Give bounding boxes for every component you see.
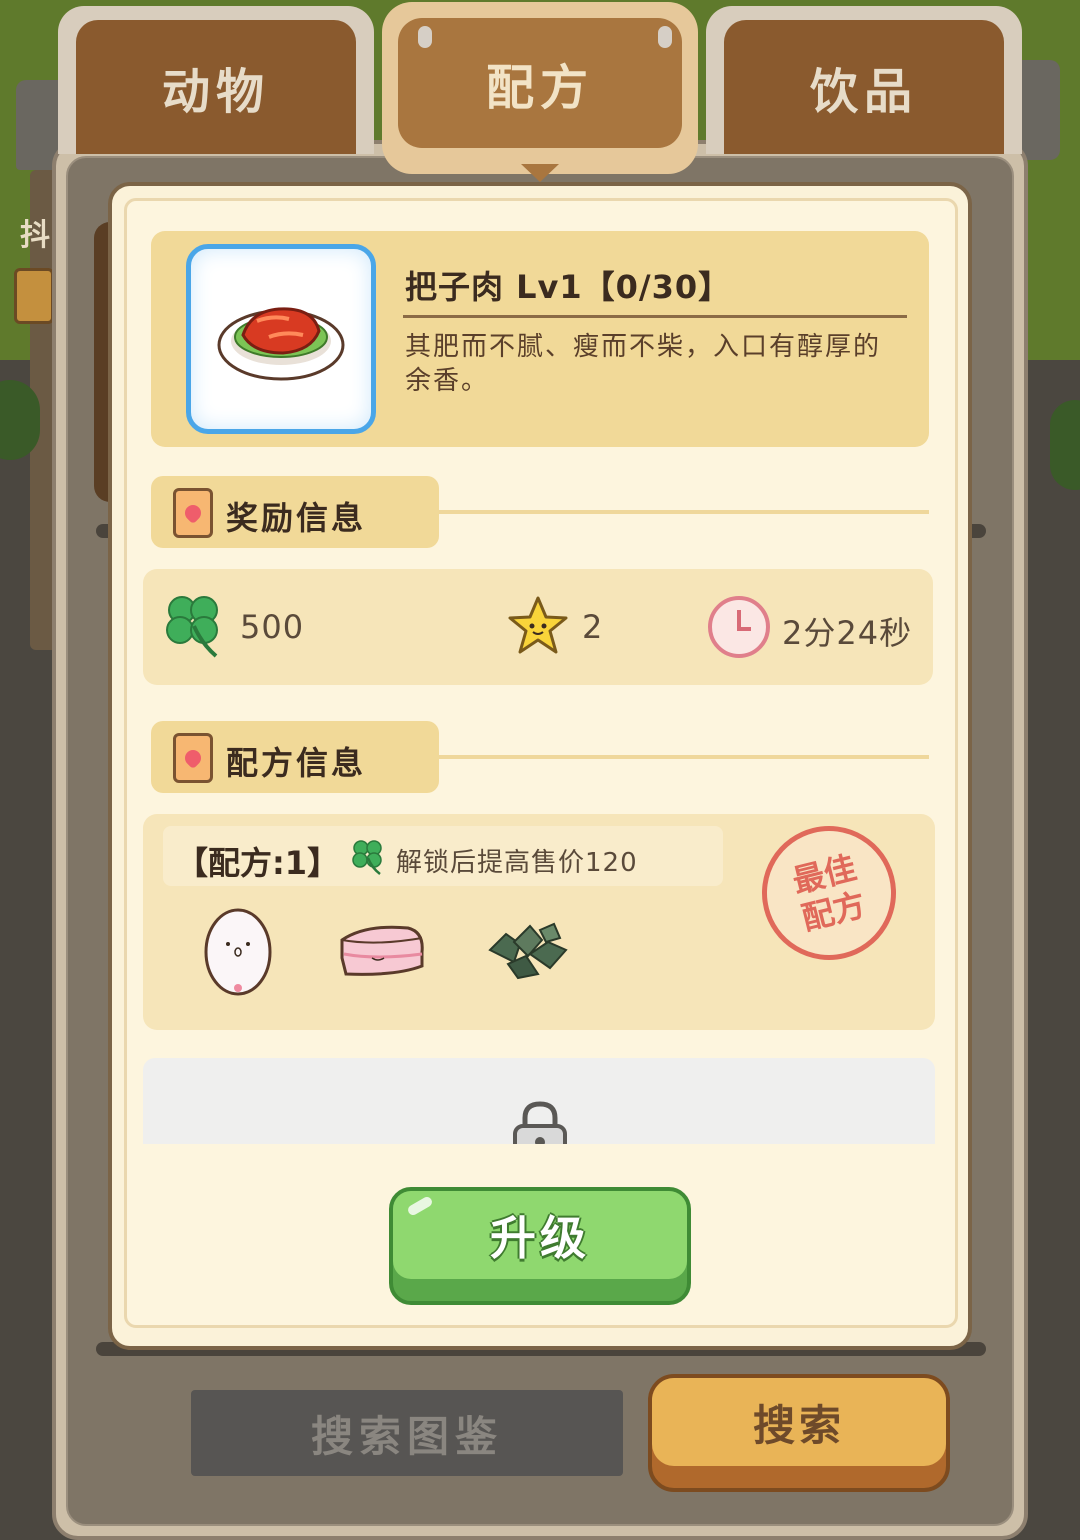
locked-recipe-panel [143, 1058, 935, 1144]
clover-icon [352, 840, 382, 875]
section-divider [439, 510, 929, 514]
recipe-card-icon [173, 488, 213, 538]
tab-highlight [658, 26, 672, 48]
tab-highlight [418, 26, 432, 48]
egg-icon [204, 908, 272, 996]
dish-title-divider [403, 315, 907, 318]
background-bush-left [0, 380, 40, 460]
section-recipe-title: 配方信息 [226, 744, 367, 782]
recipe-number-label: 【配方:1】 [176, 844, 340, 882]
reward-star-value: 2 [582, 608, 604, 646]
search-button-label: 搜索 [652, 1378, 946, 1466]
recipe-unlock-bonus: 解锁后提高售价120 [396, 848, 638, 878]
tab-recipes[interactable]: 配方 [382, 2, 698, 174]
tab-animals-label: 动物 [76, 20, 356, 154]
clover-icon [166, 596, 218, 658]
search-catalog-button[interactable]: 搜索图鉴 [191, 1390, 623, 1476]
reward-clover-value: 500 [240, 608, 305, 646]
reward-time-value: 2分24秒 [782, 614, 913, 652]
dried-leaves-icon [488, 922, 568, 980]
background-bush-right [1050, 400, 1080, 490]
dish-title: 把子肉 Lv1【0/30】 [405, 268, 732, 306]
clock-icon [708, 596, 770, 658]
recipe-card-icon [173, 733, 213, 783]
tab-recipes-label: 配方 [398, 18, 682, 148]
star-icon [508, 596, 568, 654]
search-button[interactable]: 搜索 [648, 1374, 950, 1492]
braised-pork-plate-icon [217, 307, 345, 381]
dish-description: 其肥而不腻、瘦而不柴，入口有醇厚的余香。 [405, 332, 882, 396]
pork-belly-icon [340, 925, 424, 976]
background-sign-text: 抖 [20, 218, 50, 253]
tab-active-arrow-icon [521, 164, 559, 182]
upgrade-button[interactable]: 升级 [389, 1187, 691, 1305]
section-reward-title: 奖励信息 [226, 499, 367, 537]
tab-drinks[interactable]: 饮品 [706, 6, 1022, 154]
background-sign [14, 268, 54, 324]
lock-icon [513, 1101, 567, 1144]
tab-drinks-label: 饮品 [724, 20, 1004, 154]
upgrade-button-label: 升级 [393, 1191, 687, 1279]
tab-animals[interactable]: 动物 [58, 6, 374, 154]
section-divider [439, 755, 929, 759]
dish-image-frame[interactable] [186, 244, 376, 434]
